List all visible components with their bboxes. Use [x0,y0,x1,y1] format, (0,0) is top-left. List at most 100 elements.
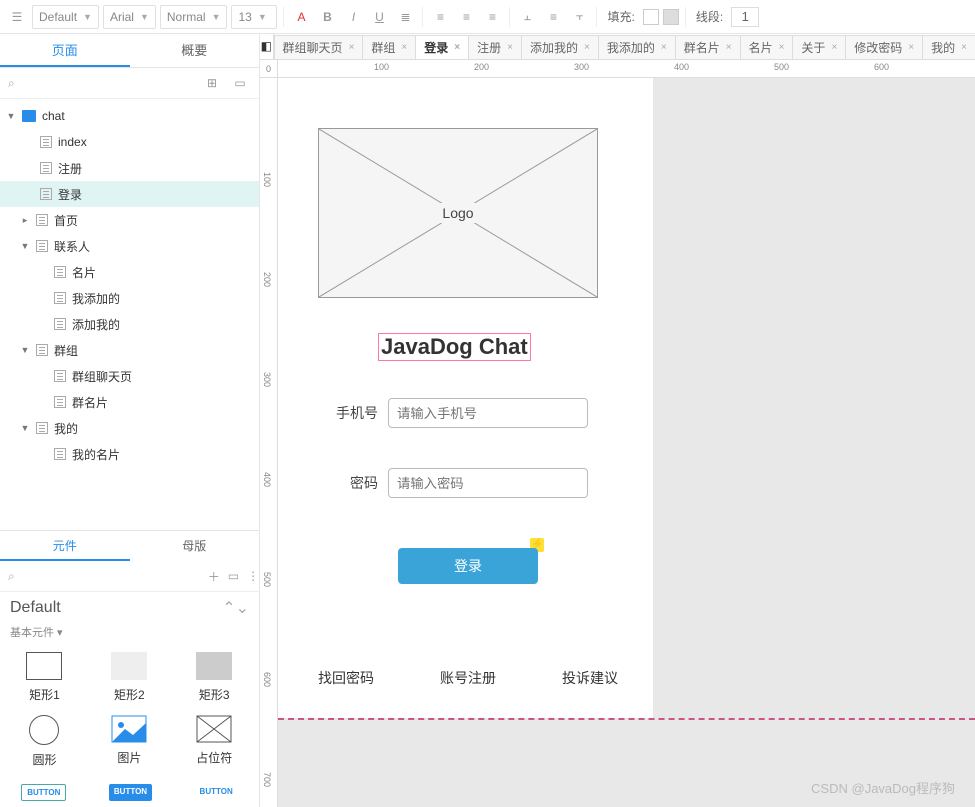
btn-sample-text[interactable]: BUTTON [195,784,238,801]
shape-rect2[interactable]: 矩形2 [87,646,172,709]
shape-circle[interactable]: 圆形 [2,709,87,774]
page-namecard[interactable]: 名片 [0,259,259,285]
page-group-card[interactable]: 群名片 [0,389,259,415]
style-select[interactable]: Default▼ [32,5,99,29]
fill-label: 填充: [607,8,634,25]
line-width-input[interactable] [731,7,759,27]
close-icon[interactable]: × [507,42,513,53]
close-icon[interactable]: × [401,42,407,53]
document-tabs: ◧ 群组聊天页×群组×登录×注册×添加我的×我添加的×群名片×名片×关于×修改密… [260,34,975,60]
phone-input[interactable] [388,398,588,428]
close-icon[interactable]: × [831,42,837,53]
canvas-area: ◧ 群组聊天页×群组×登录×注册×添加我的×我添加的×群名片×名片×关于×修改密… [260,34,975,807]
close-icon[interactable]: × [454,42,460,53]
ruler-corner-icon[interactable]: ◧ [260,34,274,59]
fontsize-select[interactable]: 13▼ [231,5,277,29]
close-icon[interactable]: × [779,42,785,53]
doc-tab[interactable]: 关于× [792,35,846,59]
password-input[interactable] [388,468,588,498]
valign-top-icon[interactable]: ⫠ [516,6,538,28]
align-right-icon[interactable]: ≡ [481,6,503,28]
doc-tab[interactable]: 名片× [740,35,794,59]
fill-swatch2[interactable] [663,9,679,25]
doc-tab[interactable]: 我添加的× [598,35,676,59]
font-select[interactable]: Arial▼ [103,5,156,29]
doc-tab[interactable]: 修改密码× [845,35,923,59]
page-home[interactable]: ▸首页 [0,207,259,233]
close-icon[interactable]: × [961,42,967,53]
align-center-icon[interactable]: ≡ [455,6,477,28]
line-label: 线段: [696,8,723,25]
doc-tab[interactable]: 群组× [362,35,416,59]
logo-placeholder[interactable]: Logo [318,128,598,298]
close-icon[interactable]: × [349,42,355,53]
page-contacts[interactable]: ▼联系人 [0,233,259,259]
page-tree: ▼chat index 注册 登录 ▸首页 ▼联系人 名片 我添加的 添加我的 … [0,99,259,530]
folder-chat[interactable]: ▼chat [0,103,259,129]
shape-rect3[interactable]: 矩形3 [172,646,257,709]
link-register[interactable]: 账号注册 [440,668,496,688]
widgets-search-input[interactable] [23,565,200,587]
fill-swatch[interactable] [643,9,659,25]
page-index[interactable]: index [0,129,259,155]
page-mine[interactable]: ▼我的 [0,415,259,441]
page-login[interactable]: 登录 [0,181,259,207]
tab-pages[interactable]: 页面 [0,34,130,67]
italic-icon[interactable]: I [342,6,364,28]
btn-sample-fill[interactable]: BUTTON [109,784,152,801]
paragraph-select[interactable]: Normal▼ [160,5,228,29]
library-select[interactable]: Default⌃⌄ [0,592,259,624]
page-my-card[interactable]: 我的名片 [0,441,259,467]
valign-bot-icon[interactable]: ⫟ [568,6,590,28]
valign-mid-icon[interactable]: ≡ [542,6,564,28]
link-findpwd[interactable]: 找回密码 [318,668,374,688]
widgets-panel: 元件 母版 ⌕ ＋ ▭ ⋮ Default⌃⌄ 基本元件 ▾ 矩形1 矩形2 矩… [0,530,259,807]
add-page-icon[interactable]: ⊞ [201,72,223,94]
folder-icon [22,110,36,122]
password-label: 密码 [318,473,378,493]
watermark: CSDN @JavaDog程序狗 [811,778,955,797]
page-groups[interactable]: ▼群组 [0,337,259,363]
page-group-chat[interactable]: 群组聊天页 [0,363,259,389]
doc-tab[interactable]: 注册× [468,35,522,59]
page-register[interactable]: 注册 [0,155,259,181]
canvas[interactable]: Logo JavaDog Chat 手机号 密码 ⚡ 登录 找回密码 账号注册 … [278,78,975,807]
left-panel: 页面 概要 ⌕ ⊞ ▭ ▼chat index 注册 登录 ▸首页 ▼联系人 名… [0,34,260,807]
tab-widgets[interactable]: 元件 [0,531,130,561]
doc-tab[interactable]: 群组聊天页× [274,35,364,59]
btn-sample-outline[interactable]: BUTTON [21,784,66,801]
link-feedback[interactable]: 投诉建议 [562,668,618,688]
doc-tab[interactable]: 添加我的× [521,35,599,59]
align-left-icon[interactable]: ≡ [429,6,451,28]
tab-masters[interactable]: 母版 [130,531,260,561]
align-preset-icon[interactable]: ☰ [6,6,28,28]
top-toolbar: ☰ Default▼ Arial▼ Normal▼ 13▼ A B I U ≣ … [0,0,975,34]
textcolor-icon[interactable]: A [290,6,312,28]
close-icon[interactable]: × [584,42,590,53]
search-icon: ⌕ [8,569,15,584]
pages-search-input[interactable] [21,72,195,94]
bullets-icon[interactable]: ≣ [394,6,416,28]
bold-icon[interactable]: B [316,6,338,28]
tab-outline[interactable]: 概要 [130,34,260,67]
close-icon[interactable]: × [908,42,914,53]
search-icon: ⌕ [8,76,15,91]
login-button[interactable]: 登录 [398,548,538,584]
underline-icon[interactable]: U [368,6,390,28]
more-icon[interactable]: ⋮ [247,565,259,587]
add-lib-icon[interactable]: ＋ [208,565,220,587]
switch-lib-icon[interactable]: ▭ [228,565,239,587]
close-icon[interactable]: × [661,42,667,53]
doc-tab[interactable]: 群名片× [675,35,741,59]
add-folder-icon[interactable]: ▭ [229,72,251,94]
category-label: 基本元件 ▾ [0,624,259,642]
shape-placeholder[interactable]: 占位符 [172,709,257,774]
shape-image[interactable]: 图片 [87,709,172,774]
page-i-added[interactable]: 我添加的 [0,285,259,311]
close-icon[interactable]: × [726,42,732,53]
app-title[interactable]: JavaDog Chat [378,333,531,361]
page-added-me[interactable]: 添加我的 [0,311,259,337]
doc-tab[interactable]: 登录× [415,35,469,59]
doc-tab[interactable]: 我的× [922,35,975,59]
shape-rect1[interactable]: 矩形1 [2,646,87,709]
